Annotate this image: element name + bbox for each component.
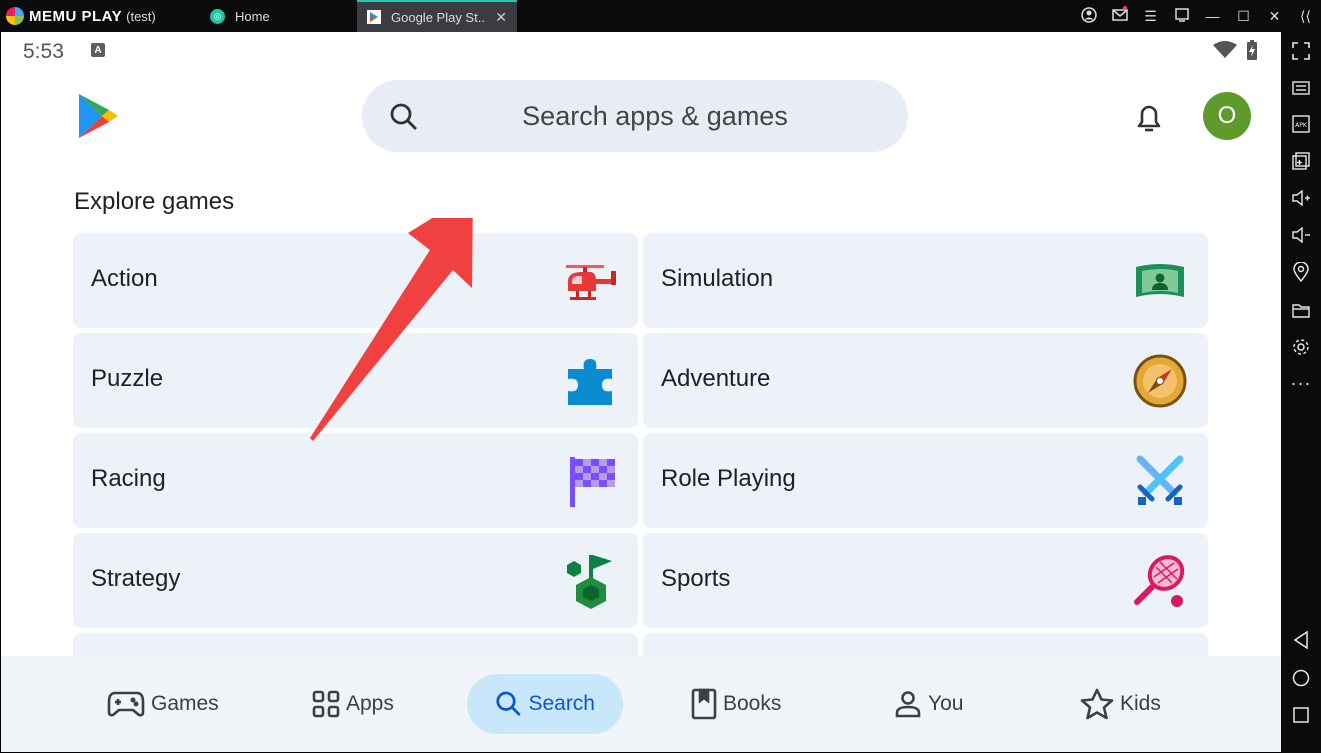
folder-icon[interactable] [1281, 298, 1321, 322]
notification-dot [1123, 5, 1127, 10]
checkered-flag-icon [570, 457, 615, 507]
settings-icon[interactable] [1281, 335, 1321, 359]
helicopter-icon [566, 265, 616, 300]
maximize-icon[interactable]: ☐ [1228, 8, 1259, 25]
compass-icon [1133, 354, 1187, 408]
home-tab-icon: ◎ [210, 8, 225, 24]
category-card-adventure[interactable]: Adventure [643, 333, 1208, 428]
tab-google-play[interactable]: Google Play St.. ✕ [357, 0, 517, 32]
android-back-icon[interactable] [1281, 628, 1321, 652]
fullscreen-icon[interactable] [1281, 39, 1321, 63]
search-icon [390, 103, 417, 130]
notifications-bell-icon[interactable] [1132, 100, 1166, 139]
nav-apps-label: Apps [346, 692, 394, 715]
nav-kids[interactable]: Kids [1080, 674, 1161, 734]
section-title: Explore games [74, 188, 235, 215]
category-card-simulation[interactable]: Simulation [643, 233, 1208, 328]
wifi-icon [1213, 41, 1237, 58]
nav-games-label: Games [151, 692, 219, 715]
category-label: Role Playing [661, 465, 796, 492]
nav-you-label: You [928, 692, 964, 715]
category-label: Strategy [91, 565, 181, 592]
status-indicators [1213, 40, 1257, 60]
category-label: Puzzle [91, 365, 164, 392]
search-nav-icon [496, 691, 521, 716]
tab-home-label: Home [235, 8, 270, 24]
volume-down-icon[interactable] [1281, 223, 1321, 247]
battery-icon [1247, 40, 1257, 60]
close-tab-icon[interactable]: ✕ [495, 9, 507, 26]
nav-apps[interactable]: Apps [312, 674, 394, 734]
menu-icon[interactable]: ☰ [1135, 8, 1166, 25]
puzzle-icon [568, 359, 612, 405]
location-icon[interactable] [1281, 260, 1321, 284]
account-icon[interactable] [1073, 6, 1104, 26]
nav-books-label: Books [723, 692, 782, 715]
close-window-icon[interactable]: ✕ [1259, 8, 1290, 25]
window-controls: ☰ — ☐ ✕ ⟨⟨ [1073, 0, 1321, 32]
emulator-sidebar: APK ··· [1281, 32, 1321, 753]
multi-window-icon[interactable] [1281, 149, 1321, 173]
collapse-sidebar-icon[interactable]: ⟨⟨ [1290, 8, 1321, 25]
status-time: 5:53 [23, 40, 64, 63]
category-label: Simulation [661, 265, 774, 292]
nav-search[interactable]: Search [467, 674, 623, 734]
category-label: Action [91, 265, 158, 292]
crossed-swords-icon [1136, 455, 1184, 505]
avatar[interactable]: O [1203, 92, 1251, 140]
nav-books[interactable]: Books [691, 674, 781, 734]
category-card-sports[interactable]: Sports [643, 533, 1208, 628]
android-recents-icon[interactable] [1281, 703, 1321, 727]
strategy-flag-icon [567, 555, 612, 609]
brand-instance: (test) [126, 8, 156, 24]
bottom-navigation: Games Apps Search Books You Kids [1, 656, 1281, 752]
category-label: Racing [91, 465, 166, 492]
android-screen: 5:53 A O Explore games Action [1, 32, 1281, 752]
memu-brand: MEMU PLAY (test) [0, 0, 200, 32]
category-label: Adventure [661, 365, 771, 392]
category-label: Sports [661, 565, 731, 592]
status-badge: A [91, 43, 105, 57]
tennis-racket-icon [1134, 555, 1185, 607]
nav-you[interactable]: You [894, 674, 963, 734]
tab-home[interactable]: ◎ Home [200, 0, 357, 32]
star-icon [1080, 688, 1114, 720]
apps-grid-icon [312, 690, 340, 718]
minimize-icon[interactable]: — [1197, 8, 1228, 24]
more-options-icon[interactable]: ··· [1281, 371, 1321, 395]
gamepad-icon [107, 691, 145, 717]
android-home-icon[interactable] [1281, 666, 1321, 690]
tab-google-play-label: Google Play St.. [391, 9, 485, 25]
category-card-role-playing[interactable]: Role Playing [643, 433, 1208, 528]
mail-icon[interactable] [1104, 5, 1135, 25]
nav-kids-label: Kids [1120, 692, 1161, 715]
volume-up-icon[interactable] [1281, 186, 1321, 210]
annotation-arrow-icon [310, 218, 473, 441]
search-bar[interactable] [362, 80, 908, 152]
play-tab-icon [367, 10, 381, 24]
nav-games[interactable]: Games [107, 674, 219, 734]
stadium-icon [1136, 264, 1184, 297]
memu-logo-icon [6, 7, 24, 25]
screen-icon[interactable] [1166, 7, 1197, 25]
category-card-strategy[interactable]: Strategy [73, 533, 638, 628]
book-icon [691, 688, 717, 720]
search-input[interactable] [362, 80, 908, 152]
person-icon [895, 691, 921, 718]
nav-search-label: Search [528, 692, 595, 715]
google-play-logo-icon [77, 93, 119, 144]
svg-text:APK: APK [1295, 122, 1308, 129]
keyboard-icon[interactable] [1281, 76, 1321, 100]
emulator-titlebar: MEMU PLAY (test) ◎ Home Google Play St..… [0, 0, 1321, 32]
brand-name: MEMU PLAY [29, 7, 123, 25]
apk-icon[interactable]: APK [1281, 112, 1321, 136]
